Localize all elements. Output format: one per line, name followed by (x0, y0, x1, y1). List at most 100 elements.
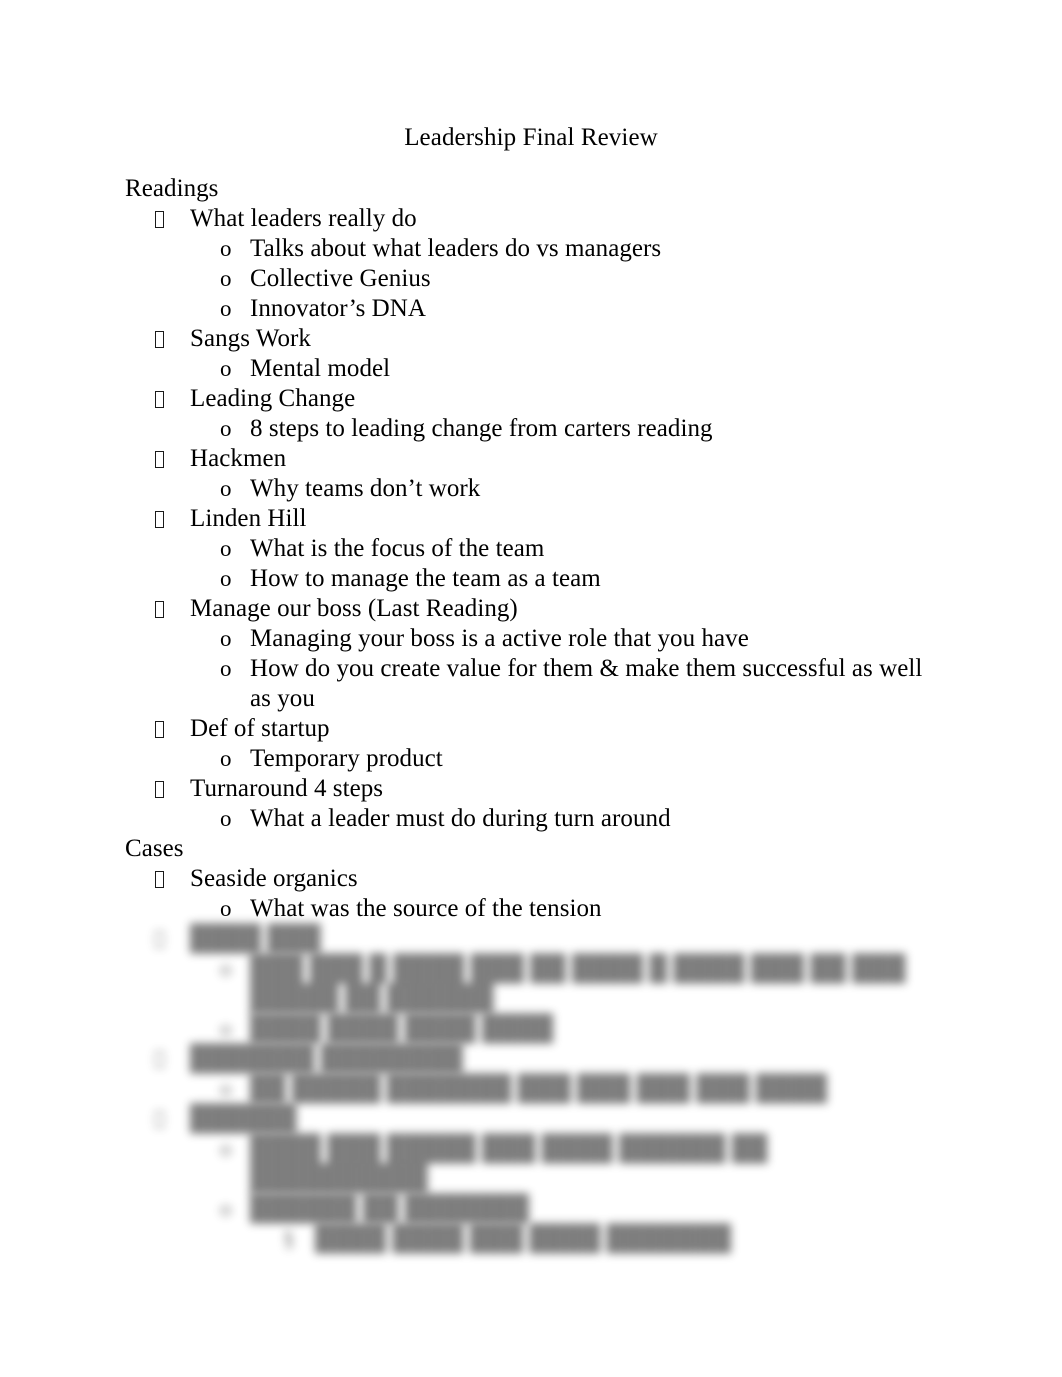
sub-bullet-marker: o (220, 1136, 232, 1161)
section-heading-label: Cases (125, 835, 184, 862)
sub-bullet-marker: o (220, 1196, 232, 1221)
outline-subitem-label: How to manage the team as a team (250, 565, 601, 592)
bullet-box-icon (155, 451, 164, 468)
outline-item: What leaders really do (0, 204, 1062, 234)
bullet-marker (155, 1104, 181, 1134)
outline-body: Readings What leaders really do o Talks abo… (0, 174, 1062, 1254)
redacted-line-text: ████ ████ ████ ████ (250, 1015, 554, 1042)
redacted-line-text: ██████ (190, 1105, 297, 1132)
outline-item: Def of startup (0, 714, 1062, 744)
outline-subitem-label: What is the focus of the team (250, 535, 545, 562)
outline-subitem: o Collective Genius (0, 264, 1062, 294)
sub-bullet-marker: o (220, 266, 232, 291)
outline-subitem: o Innovator’s DNA (0, 294, 1062, 324)
outline-item-label: Seaside organics (190, 865, 358, 892)
outline-subitem: o Temporary product (0, 744, 1062, 774)
bullet-box-icon (155, 1051, 164, 1068)
outline-subitem: o 8 steps to leading change from carters … (0, 414, 1062, 444)
bullet-box-icon (155, 211, 164, 228)
outline-item-label: Linden Hill (190, 505, 307, 532)
document-page: Leadership Final Review Readings What lea… (0, 0, 1062, 1377)
bullet-box-icon (155, 511, 164, 528)
outline-subitem: o Mental model (0, 354, 1062, 384)
outline-item-label: Manage our boss (Last Reading) (190, 595, 518, 622)
sub-bullet-marker: o (220, 626, 232, 651)
outline-subitem: o What is the focus of the team (0, 534, 1062, 564)
bullet-marker (155, 864, 181, 894)
outline-subitem-label: Temporary product (250, 745, 443, 772)
outline-subitem: o How do you create value for them & make… (0, 654, 1062, 714)
bullet-marker (155, 444, 181, 474)
sub-bullet-marker: o (220, 956, 232, 981)
redacted-line-text: ██ █████ ███████ ███ ███ ███ ███ ████ (250, 1075, 827, 1102)
sub-bullet-marker: o (220, 356, 232, 381)
redacted-line: o ██████ ██ ███████ (0, 1194, 1062, 1224)
redacted-line: ██████ (0, 1104, 1062, 1134)
sub-bullet-marker: o (220, 476, 232, 501)
bullet-marker (155, 504, 181, 534)
redacted-line: ███████ ████████ (0, 1044, 1062, 1074)
outline-subitem-label: How do you create value for them & make … (250, 655, 923, 712)
redacted-line: ████ ███ (0, 924, 1062, 954)
bullet-box-icon (155, 781, 164, 798)
sub-bullet-marker: o (220, 536, 232, 561)
outline-subitem: o What a leader must do during turn aroun… (0, 804, 1062, 834)
sub-bullet-marker: o (220, 1016, 232, 1041)
bullet-box-icon (155, 721, 164, 738)
outline-subitem-label: Mental model (250, 355, 391, 382)
outline-subitem: o What was the source of the tension (0, 894, 1062, 924)
sub-bullet-marker: o (220, 296, 232, 321)
redacted-line-text: ████ ████ ███ ████ ███████ (315, 1225, 731, 1252)
redacted-line: o ████ ████ ████ ████ (0, 1014, 1062, 1044)
outline-item-label: What leaders really do (190, 205, 417, 232)
sub-bullet-marker: o (220, 566, 232, 591)
bullet-box-icon (155, 931, 164, 948)
redacted-line-text: ██████ ██ ███████ (250, 1195, 530, 1222)
redacted-line-text: ████ ███ █████ ███ ████ ██████ ██ ██████… (250, 1135, 768, 1192)
section-heading-label: Readings (125, 175, 219, 202)
bullet-marker (155, 324, 181, 354)
bullet-box-icon (155, 331, 164, 348)
outline-subitem: o How to manage the team as a team (0, 564, 1062, 594)
sub-bullet-marker: o (220, 746, 232, 771)
outline-subitem: o Managing your boss is a active role tha… (0, 624, 1062, 654)
redacted-line: o ███ ███ █ ████ ███ ██ ████ █ ████ ███ █… (0, 954, 1062, 1014)
outline-subitem-label: 8 steps to leading change from carters r… (250, 415, 713, 442)
outline-item-label: Turnaround 4 steps (190, 775, 384, 802)
sub-bullet-marker: o (220, 656, 232, 681)
bullet-marker (155, 714, 181, 744)
outline-subitem-label: Why teams don’t work (250, 475, 481, 502)
redacted-line-text: ████ ███ (190, 925, 321, 952)
redacted-line: o ████ ███ █████ ███ ████ ██████ ██ █████… (0, 1134, 1062, 1194)
outline-item-label: Hackmen (190, 445, 287, 472)
outline-item: Turnaround 4 steps (0, 774, 1062, 804)
redacted-line: § ████ ████ ███ ████ ███████ (0, 1224, 1062, 1254)
bullet-box-icon (155, 601, 164, 618)
sub-sub-bullet-marker: § (283, 1226, 295, 1251)
bullet-marker (155, 384, 181, 414)
outline-subitem-label: What was the source of the tension (250, 895, 602, 922)
redacted-line-text: ███ ███ █ ████ ███ ██ ████ █ ████ ███ ██… (250, 955, 906, 1012)
outline-subitem-label: Talks about what leaders do vs managers (250, 235, 662, 262)
redacted-line-text: ███████ ████████ (190, 1045, 463, 1072)
bullet-marker (155, 1044, 181, 1074)
sub-bullet-marker: o (220, 236, 232, 261)
outline-item: Seaside organics (0, 864, 1062, 894)
bullet-box-icon (155, 871, 164, 888)
bullet-marker (155, 774, 181, 804)
outline-item-label: Def of startup (190, 715, 330, 742)
bullet-box-icon (155, 1111, 164, 1128)
section-heading: Readings (0, 174, 1062, 204)
outline-item: Linden Hill (0, 504, 1062, 534)
sub-bullet-marker: o (220, 896, 232, 921)
redacted-line: o ██ █████ ███████ ███ ███ ███ ███ ████ (0, 1074, 1062, 1104)
outline-item-label: Leading Change (190, 385, 356, 412)
bullet-marker (155, 594, 181, 624)
outline-subitem-label: What a leader must do during turn around (250, 805, 671, 832)
outline-item-label: Sangs Work (190, 325, 311, 352)
outline-item: Hackmen (0, 444, 1062, 474)
outline-item: Leading Change (0, 384, 1062, 414)
outline-item: Manage our boss (Last Reading) (0, 594, 1062, 624)
outline-item: Sangs Work (0, 324, 1062, 354)
sub-bullet-marker: o (220, 1076, 232, 1101)
